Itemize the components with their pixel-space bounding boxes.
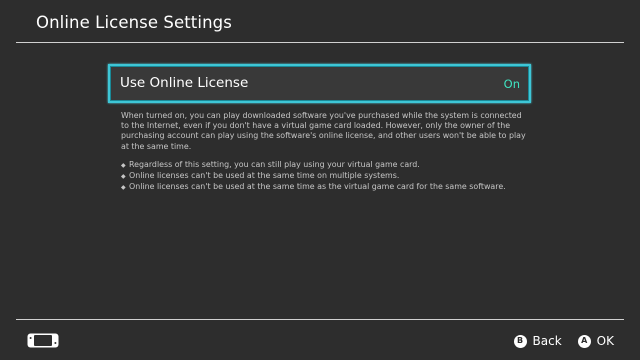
setting-value: On <box>503 77 520 91</box>
b-button-icon: B <box>513 334 527 348</box>
back-button[interactable]: B Back <box>513 334 562 348</box>
use-online-license-setting[interactable]: Use Online License On <box>108 64 531 103</box>
back-label: Back <box>532 334 562 348</box>
a-button-icon: A <box>577 334 591 348</box>
footer-divider <box>16 319 624 320</box>
header-divider <box>16 42 624 43</box>
bullet-text: Online licenses can't be used at the sam… <box>129 182 506 192</box>
bullet-item: ◆ Online licenses can't be used at the sa… <box>121 182 527 193</box>
diamond-bullet-icon: ◆ <box>121 173 126 181</box>
bullet-item: ◆ Online licenses can't be used at the sa… <box>121 171 527 182</box>
setting-label: Use Online License <box>120 75 249 91</box>
bullet-item: ◆ Regardless of this setting, you can sti… <box>121 160 527 171</box>
description-paragraph: When turned on, you can play downloaded … <box>121 111 526 151</box>
diamond-bullet-icon: ◆ <box>121 161 126 169</box>
page-title: Online License Settings <box>36 13 232 32</box>
ok-label: OK <box>596 334 614 348</box>
screen: Online License Settings Use Online Licen… <box>0 0 640 360</box>
console-handheld-icon <box>27 333 59 348</box>
bullet-text: Regardless of this setting, you can stil… <box>129 159 420 169</box>
diamond-bullet-icon: ◆ <box>121 184 126 192</box>
ok-button[interactable]: A OK <box>577 334 614 348</box>
bullet-text: Online licenses can't be used at the sam… <box>129 171 400 181</box>
footer-actions: B Back A OK <box>498 334 614 348</box>
description-bullets: ◆ Regardless of this setting, you can sti… <box>121 160 527 194</box>
setting-description: When turned on, you can play downloaded … <box>121 111 527 193</box>
